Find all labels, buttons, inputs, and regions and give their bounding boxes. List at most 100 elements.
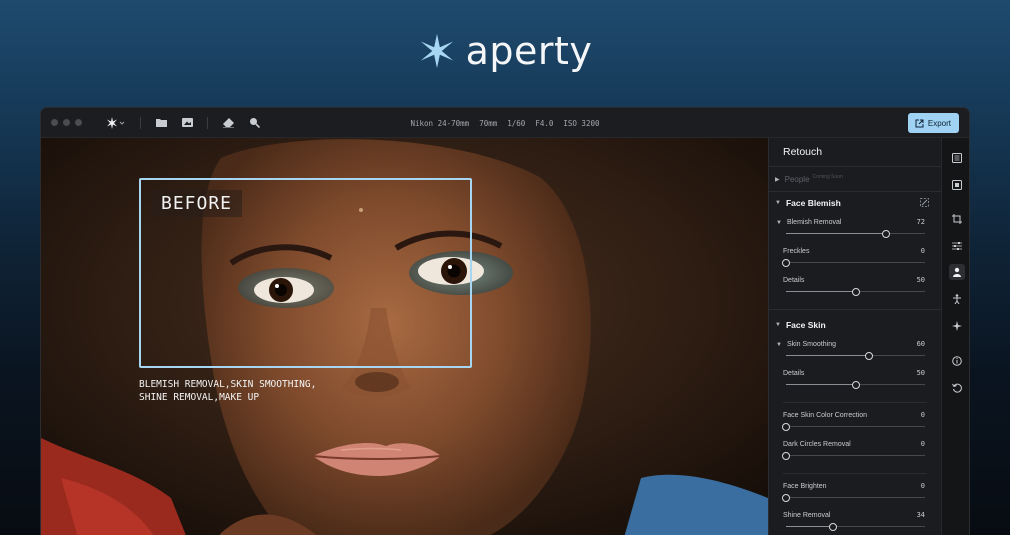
export-label: Export (927, 118, 951, 128)
slider-blemish-removal[interactable]: ▼ Blemish Removal 72 (769, 214, 941, 243)
gallery-icon[interactable] (181, 117, 193, 129)
maximize-window-button[interactable] (75, 119, 82, 126)
skin-smoothing-value: 60 (916, 340, 925, 348)
exif-lens: Nikon 24-70mm (410, 118, 470, 128)
slider-knob[interactable] (782, 422, 790, 431)
export-button[interactable]: Export (907, 113, 959, 133)
slider-track[interactable] (786, 380, 925, 389)
slider-track[interactable] (782, 258, 925, 267)
toolbar (106, 116, 260, 129)
face-skin-header[interactable]: ▼ Face Skin (769, 314, 941, 336)
slider-skin-details[interactable]: Details 50 (769, 365, 941, 394)
info-icon[interactable] (949, 353, 965, 369)
app-window: Nikon 24-70mm 70mm 1/60 F4.0 ISO 3200 Ex… (40, 107, 970, 535)
dark-circles-removal-value: 0 (920, 440, 925, 448)
auto-enhance-icon[interactable] (920, 198, 929, 207)
crop-icon[interactable] (949, 211, 965, 227)
people-section: ▶ People Coming Soon (769, 167, 941, 192)
person-icon[interactable] (949, 264, 965, 280)
slider-knob[interactable] (782, 258, 790, 267)
library-icon[interactable] (949, 150, 965, 166)
photo-canvas[interactable]: BEFORE BLEMISH REMOVAL,SKIN SMOOTHING, S… (41, 138, 768, 535)
app-menu-icon[interactable] (106, 116, 126, 129)
slider-track[interactable] (782, 422, 925, 431)
exif-iso: ISO 3200 (563, 118, 600, 128)
slider-fill (786, 233, 887, 234)
slider-shine-removal[interactable]: Shine Removal 34 (769, 507, 941, 535)
exif-shutter: 1/60 (507, 118, 526, 128)
slider-knob[interactable] (865, 351, 874, 360)
exif-focal-length: 70mm (479, 118, 498, 128)
before-label: BEFORE (151, 190, 243, 217)
shine-removal-label: Shine Removal (783, 512, 831, 519)
people-label: People (784, 174, 810, 184)
caret-down-icon: ▼ (775, 200, 781, 206)
skin-color-correction-label: Face Skin Color Correction (783, 412, 868, 419)
caret-down-icon: ▼ (776, 220, 782, 226)
sparkle-icon[interactable] (949, 318, 965, 334)
blemish-removal-value: 72 (916, 218, 925, 226)
section-divider (769, 309, 941, 310)
group-divider (783, 473, 927, 474)
blemish-removal-label: ▼ Blemish Removal (776, 219, 841, 226)
slider-freckles[interactable]: Freckles 0 (769, 243, 941, 272)
slider-fill (786, 384, 856, 385)
slider-skin-color-correction[interactable]: Face Skin Color Correction 0 (769, 407, 941, 436)
slider-knob[interactable] (851, 287, 860, 296)
select-icon[interactable] (949, 177, 965, 193)
minimize-window-button[interactable] (63, 119, 70, 126)
caret-down-icon: ▼ (775, 322, 781, 328)
face-skin-title: Face Skin (785, 320, 826, 330)
skin-smoothing-label: ▼ Skin Smoothing (776, 341, 836, 348)
caret-down-icon: ▼ (776, 342, 782, 348)
window-controls (51, 119, 82, 126)
face-blemish-header[interactable]: ▼ Face Blemish (769, 192, 941, 214)
slider-knob[interactable] (851, 380, 860, 389)
slider-track[interactable] (786, 287, 925, 296)
toolbar-divider (140, 116, 141, 129)
caret-right-icon: ▶ (775, 176, 780, 183)
export-icon (915, 119, 924, 127)
exif-aperture: F4.0 (535, 118, 554, 128)
slider-fill (786, 355, 870, 356)
face-brighten-value: 0 (920, 482, 925, 490)
skin-color-correction-value: 0 (920, 411, 925, 419)
slider-track[interactable] (786, 351, 925, 360)
face-brighten-label: Face Brighten (783, 483, 827, 490)
skin-details-value: 50 (916, 369, 925, 377)
dark-circles-removal-label: Dark Circles Removal (783, 441, 851, 448)
slider-track[interactable] (786, 229, 925, 238)
blemish-removal-text: Blemish Removal (786, 219, 842, 226)
slider-face-brighten[interactable]: Face Brighten 0 (769, 478, 941, 507)
magnifier-icon[interactable] (248, 117, 260, 129)
blemish-details-label: Details (783, 277, 805, 284)
slider-dark-circles-removal[interactable]: Dark Circles Removal 0 (769, 436, 941, 465)
panel-title: Retouch (769, 138, 941, 167)
slider-knob[interactable] (782, 451, 790, 460)
body-icon[interactable] (949, 291, 965, 307)
retouch-caption: BLEMISH REMOVAL,SKIN SMOOTHING, SHINE RE… (139, 379, 317, 403)
folder-icon[interactable] (155, 117, 167, 129)
close-window-button[interactable] (51, 119, 58, 126)
star-logo-icon (420, 33, 453, 69)
slider-knob[interactable] (782, 493, 790, 502)
slider-track[interactable] (782, 493, 925, 502)
shine-removal-value: 34 (916, 511, 925, 519)
slider-track[interactable] (782, 451, 925, 460)
history-icon[interactable] (949, 380, 965, 396)
tool-rail (941, 138, 969, 535)
group-divider (783, 402, 927, 403)
skin-details-label: Details (783, 370, 805, 377)
slider-knob[interactable] (829, 522, 838, 531)
slider-track[interactable] (786, 522, 925, 531)
slider-blemish-details[interactable]: Details 50 (769, 272, 941, 301)
freckles-label: Freckles (783, 248, 810, 255)
slider-skin-smoothing[interactable]: ▼ Skin Smoothing 60 (769, 336, 941, 365)
slider-fill (786, 291, 856, 292)
adjust-icon[interactable] (949, 238, 965, 254)
slider-knob[interactable] (882, 229, 891, 238)
freckles-value: 0 (920, 247, 925, 255)
retouch-panel: Retouch ▶ People Coming Soon ▼ Face Blem… (768, 138, 941, 535)
brand-name: aperty (465, 29, 593, 73)
eraser-icon[interactable] (222, 117, 234, 129)
